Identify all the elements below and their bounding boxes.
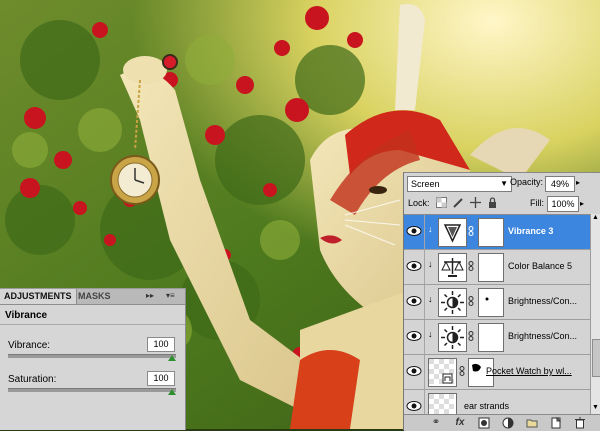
- scroll-thumb[interactable]: [592, 339, 600, 377]
- clipping-arrow-icon: ↓: [428, 224, 433, 234]
- vibrance-label: Vibrance:: [8, 340, 51, 351]
- saturation-slider[interactable]: [8, 388, 176, 392]
- color-balance-icon[interactable]: [438, 253, 467, 282]
- divider: [424, 390, 425, 415]
- adjustments-panel: ADJUSTMENTS MASKS ▸▸ ▾≡ Vibrance Vibranc…: [0, 288, 186, 430]
- adjustment-icon[interactable]: [502, 417, 514, 429]
- lock-position-icon[interactable]: [470, 197, 481, 208]
- layer-list: ↓ Vibrance 3 ↓ Color Balance 5 ↓ Brightn…: [404, 214, 590, 415]
- divider: [424, 320, 425, 354]
- layer-mask-thumbnail[interactable]: [478, 323, 504, 352]
- layers-scrollbar[interactable]: ▲ ▼: [590, 214, 600, 414]
- eye-icon[interactable]: [406, 260, 422, 272]
- clipping-arrow-icon: ↓: [428, 329, 433, 339]
- opacity-input[interactable]: 49%: [545, 176, 575, 192]
- folder-icon[interactable]: [526, 417, 538, 429]
- divider: [424, 250, 425, 284]
- layer-mask-thumbnail[interactable]: [478, 288, 504, 317]
- layer-row[interactable]: ↓ Vibrance 3: [404, 215, 590, 250]
- tab-masks[interactable]: MASKS: [74, 289, 115, 304]
- layer-thumbnail[interactable]: [428, 358, 457, 387]
- eye-icon[interactable]: [406, 365, 422, 377]
- clipping-arrow-icon: ↓: [428, 259, 433, 269]
- vibrance-adjustment-icon[interactable]: [438, 218, 467, 247]
- chain-icon[interactable]: [468, 261, 474, 271]
- layers-panel: Screen ▼ Opacity: 49% ▸ Lock: Fill: 100%…: [403, 172, 600, 431]
- eye-icon[interactable]: [406, 295, 422, 307]
- vibrance-slider[interactable]: [8, 354, 176, 358]
- layer-row[interactable]: ↓ Color Balance 5: [404, 250, 590, 285]
- layer-mask-thumbnail[interactable]: [478, 218, 504, 247]
- brightness-contrast-icon[interactable]: [438, 288, 467, 317]
- adjustments-tab-bar: ADJUSTMENTS MASKS ▸▸ ▾≡: [0, 289, 185, 305]
- lock-all-icon[interactable]: [487, 197, 498, 208]
- layer-name: ear strands: [464, 401, 510, 411]
- fill-input[interactable]: 100%: [547, 196, 579, 212]
- layer-row[interactable]: ear strands: [404, 390, 590, 415]
- eye-icon[interactable]: [406, 225, 422, 237]
- blend-mode-value: Screen: [411, 179, 440, 189]
- fx-icon[interactable]: fx: [454, 417, 466, 429]
- chain-icon[interactable]: [468, 331, 474, 341]
- mask-icon[interactable]: [478, 417, 490, 429]
- brightness-contrast-icon[interactable]: [438, 323, 467, 352]
- layer-name: Vibrance 3: [508, 226, 554, 236]
- lock-pixels-icon[interactable]: [453, 197, 464, 208]
- chain-icon[interactable]: [459, 366, 465, 376]
- tab-adjustments[interactable]: ADJUSTMENTS: [0, 289, 77, 304]
- chevron-down-icon: ▼: [500, 179, 508, 188]
- divider: [0, 324, 185, 325]
- layer-name: Brightness/Con...: [508, 331, 578, 341]
- saturation-label: Saturation:: [8, 374, 57, 385]
- layer-row[interactable]: ↓ Brightness/Con...: [404, 320, 590, 355]
- link-icon[interactable]: ⚭: [430, 417, 442, 429]
- fill-label: Fill:: [530, 198, 544, 208]
- layer-row[interactable]: Pocket Watch by wl...: [404, 355, 590, 390]
- adjustment-title: Vibrance: [5, 310, 48, 321]
- new-layer-icon[interactable]: [550, 417, 562, 429]
- blend-mode-select[interactable]: Screen ▼: [407, 176, 512, 192]
- layer-name: Pocket Watch by wl...: [486, 366, 572, 376]
- opacity-arrow-icon[interactable]: ▸: [576, 178, 580, 187]
- layer-name: Color Balance 5: [508, 261, 573, 271]
- scroll-down-icon[interactable]: ▼: [592, 404, 599, 411]
- layer-name: Brightness/Con...: [508, 296, 578, 306]
- opacity-label: Opacity:: [510, 177, 544, 187]
- panel-menu-icon[interactable]: ▾≡: [166, 291, 179, 301]
- lock-label: Lock:: [408, 198, 430, 208]
- collapse-panel-icon[interactable]: ▸▸: [146, 291, 154, 300]
- eye-icon[interactable]: [406, 400, 422, 412]
- chain-icon[interactable]: [468, 226, 474, 236]
- saturation-input[interactable]: 100: [147, 371, 175, 386]
- layer-row[interactable]: ↓ Brightness/Con...: [404, 285, 590, 320]
- saturation-slider-thumb[interactable]: [168, 389, 176, 395]
- layer-mask-thumbnail[interactable]: [478, 253, 504, 282]
- divider: [424, 215, 425, 249]
- divider: [424, 355, 425, 389]
- layers-footer-toolbar: ⚭ fx: [404, 414, 600, 431]
- vibrance-input[interactable]: 100: [147, 337, 175, 352]
- fill-arrow-icon[interactable]: ▸: [580, 199, 584, 208]
- trash-icon[interactable]: [574, 417, 586, 429]
- vibrance-slider-thumb[interactable]: [168, 355, 176, 361]
- layer-thumbnail[interactable]: [428, 393, 457, 415]
- chain-icon[interactable]: [468, 296, 474, 306]
- clipping-arrow-icon: ↓: [428, 294, 433, 304]
- scroll-up-icon[interactable]: ▲: [592, 214, 599, 221]
- eye-icon[interactable]: [406, 330, 422, 342]
- lock-transparency-icon[interactable]: [436, 197, 447, 208]
- divider: [424, 285, 425, 319]
